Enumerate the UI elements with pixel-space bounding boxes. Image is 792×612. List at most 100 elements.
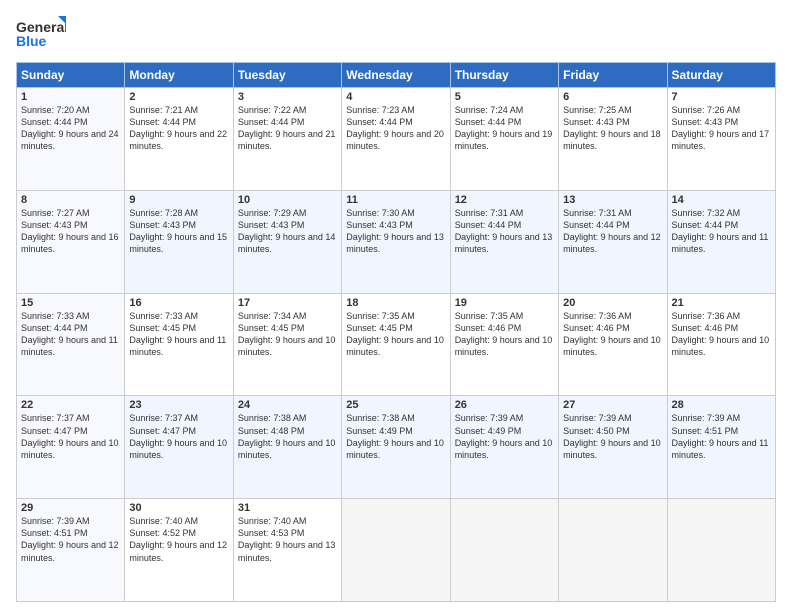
cell-day-number: 24 bbox=[238, 399, 337, 411]
calendar-cell: 1 Sunrise: 7:20 AMSunset: 4:44 PMDayligh… bbox=[17, 88, 125, 191]
cell-info: Sunrise: 7:36 AMSunset: 4:46 PMDaylight:… bbox=[672, 310, 771, 359]
calendar-cell: 24 Sunrise: 7:38 AMSunset: 4:48 PMDaylig… bbox=[233, 396, 341, 499]
cell-day-number: 11 bbox=[346, 194, 445, 206]
cell-info: Sunrise: 7:39 AMSunset: 4:50 PMDaylight:… bbox=[563, 412, 662, 461]
calendar-cell: 27 Sunrise: 7:39 AMSunset: 4:50 PMDaylig… bbox=[559, 396, 667, 499]
cell-day-number: 22 bbox=[21, 399, 120, 411]
calendar-cell: 22 Sunrise: 7:37 AMSunset: 4:47 PMDaylig… bbox=[17, 396, 125, 499]
cell-day-number: 8 bbox=[21, 194, 120, 206]
logo-svg: General Blue bbox=[16, 16, 66, 52]
cell-info: Sunrise: 7:21 AMSunset: 4:44 PMDaylight:… bbox=[129, 104, 228, 153]
calendar-cell: 4 Sunrise: 7:23 AMSunset: 4:44 PMDayligh… bbox=[342, 88, 450, 191]
cell-info: Sunrise: 7:37 AMSunset: 4:47 PMDaylight:… bbox=[129, 412, 228, 461]
calendar-cell: 23 Sunrise: 7:37 AMSunset: 4:47 PMDaylig… bbox=[125, 396, 233, 499]
cell-info: Sunrise: 7:36 AMSunset: 4:46 PMDaylight:… bbox=[563, 310, 662, 359]
logo: General Blue bbox=[16, 16, 66, 52]
cell-day-number: 23 bbox=[129, 399, 228, 411]
calendar-cell: 17 Sunrise: 7:34 AMSunset: 4:45 PMDaylig… bbox=[233, 293, 341, 396]
calendar-cell: 19 Sunrise: 7:35 AMSunset: 4:46 PMDaylig… bbox=[450, 293, 558, 396]
week-row-1: 1 Sunrise: 7:20 AMSunset: 4:44 PMDayligh… bbox=[17, 88, 776, 191]
cell-day-number: 26 bbox=[455, 399, 554, 411]
cell-info: Sunrise: 7:31 AMSunset: 4:44 PMDaylight:… bbox=[563, 207, 662, 256]
calendar-cell: 18 Sunrise: 7:35 AMSunset: 4:45 PMDaylig… bbox=[342, 293, 450, 396]
cell-day-number: 13 bbox=[563, 194, 662, 206]
calendar-cell: 28 Sunrise: 7:39 AMSunset: 4:51 PMDaylig… bbox=[667, 396, 775, 499]
cell-info: Sunrise: 7:33 AMSunset: 4:45 PMDaylight:… bbox=[129, 310, 228, 359]
cell-day-number: 9 bbox=[129, 194, 228, 206]
calendar-cell: 29 Sunrise: 7:39 AMSunset: 4:51 PMDaylig… bbox=[17, 499, 125, 602]
logo-blue-text: Blue bbox=[16, 33, 47, 49]
column-header-saturday: Saturday bbox=[667, 63, 775, 88]
cell-info: Sunrise: 7:34 AMSunset: 4:45 PMDaylight:… bbox=[238, 310, 337, 359]
cell-day-number: 30 bbox=[129, 502, 228, 514]
cell-day-number: 19 bbox=[455, 297, 554, 309]
column-headers-row: SundayMondayTuesdayWednesdayThursdayFrid… bbox=[17, 63, 776, 88]
calendar-cell: 2 Sunrise: 7:21 AMSunset: 4:44 PMDayligh… bbox=[125, 88, 233, 191]
calendar-cell: 3 Sunrise: 7:22 AMSunset: 4:44 PMDayligh… bbox=[233, 88, 341, 191]
column-header-tuesday: Tuesday bbox=[233, 63, 341, 88]
cell-info: Sunrise: 7:20 AMSunset: 4:44 PMDaylight:… bbox=[21, 104, 120, 153]
cell-day-number: 3 bbox=[238, 91, 337, 103]
calendar-cell bbox=[450, 499, 558, 602]
calendar-cell: 21 Sunrise: 7:36 AMSunset: 4:46 PMDaylig… bbox=[667, 293, 775, 396]
cell-info: Sunrise: 7:31 AMSunset: 4:44 PMDaylight:… bbox=[455, 207, 554, 256]
week-row-4: 22 Sunrise: 7:37 AMSunset: 4:47 PMDaylig… bbox=[17, 396, 776, 499]
column-header-sunday: Sunday bbox=[17, 63, 125, 88]
week-row-2: 8 Sunrise: 7:27 AMSunset: 4:43 PMDayligh… bbox=[17, 190, 776, 293]
cell-info: Sunrise: 7:40 AMSunset: 4:52 PMDaylight:… bbox=[129, 515, 228, 564]
cell-day-number: 17 bbox=[238, 297, 337, 309]
cell-info: Sunrise: 7:38 AMSunset: 4:49 PMDaylight:… bbox=[346, 412, 445, 461]
cell-info: Sunrise: 7:27 AMSunset: 4:43 PMDaylight:… bbox=[21, 207, 120, 256]
calendar-cell: 30 Sunrise: 7:40 AMSunset: 4:52 PMDaylig… bbox=[125, 499, 233, 602]
cell-day-number: 20 bbox=[563, 297, 662, 309]
cell-day-number: 12 bbox=[455, 194, 554, 206]
column-header-wednesday: Wednesday bbox=[342, 63, 450, 88]
cell-day-number: 25 bbox=[346, 399, 445, 411]
calendar-cell: 16 Sunrise: 7:33 AMSunset: 4:45 PMDaylig… bbox=[125, 293, 233, 396]
calendar-body: 1 Sunrise: 7:20 AMSunset: 4:44 PMDayligh… bbox=[17, 88, 776, 602]
week-row-5: 29 Sunrise: 7:39 AMSunset: 4:51 PMDaylig… bbox=[17, 499, 776, 602]
calendar-cell: 5 Sunrise: 7:24 AMSunset: 4:44 PMDayligh… bbox=[450, 88, 558, 191]
cell-day-number: 16 bbox=[129, 297, 228, 309]
calendar-cell: 13 Sunrise: 7:31 AMSunset: 4:44 PMDaylig… bbox=[559, 190, 667, 293]
column-header-friday: Friday bbox=[559, 63, 667, 88]
calendar-cell: 20 Sunrise: 7:36 AMSunset: 4:46 PMDaylig… bbox=[559, 293, 667, 396]
column-header-thursday: Thursday bbox=[450, 63, 558, 88]
cell-info: Sunrise: 7:29 AMSunset: 4:43 PMDaylight:… bbox=[238, 207, 337, 256]
calendar-cell: 9 Sunrise: 7:28 AMSunset: 4:43 PMDayligh… bbox=[125, 190, 233, 293]
cell-day-number: 27 bbox=[563, 399, 662, 411]
calendar-cell bbox=[342, 499, 450, 602]
cell-info: Sunrise: 7:35 AMSunset: 4:45 PMDaylight:… bbox=[346, 310, 445, 359]
cell-info: Sunrise: 7:38 AMSunset: 4:48 PMDaylight:… bbox=[238, 412, 337, 461]
cell-day-number: 7 bbox=[672, 91, 771, 103]
cell-day-number: 1 bbox=[21, 91, 120, 103]
calendar-cell bbox=[667, 499, 775, 602]
cell-info: Sunrise: 7:39 AMSunset: 4:49 PMDaylight:… bbox=[455, 412, 554, 461]
header: General Blue bbox=[16, 16, 776, 52]
calendar-cell bbox=[559, 499, 667, 602]
cell-day-number: 5 bbox=[455, 91, 554, 103]
calendar-cell: 10 Sunrise: 7:29 AMSunset: 4:43 PMDaylig… bbox=[233, 190, 341, 293]
cell-day-number: 31 bbox=[238, 502, 337, 514]
column-header-monday: Monday bbox=[125, 63, 233, 88]
week-row-3: 15 Sunrise: 7:33 AMSunset: 4:44 PMDaylig… bbox=[17, 293, 776, 396]
calendar-cell: 6 Sunrise: 7:25 AMSunset: 4:43 PMDayligh… bbox=[559, 88, 667, 191]
calendar: SundayMondayTuesdayWednesdayThursdayFrid… bbox=[16, 62, 776, 602]
cell-info: Sunrise: 7:22 AMSunset: 4:44 PMDaylight:… bbox=[238, 104, 337, 153]
cell-day-number: 4 bbox=[346, 91, 445, 103]
calendar-cell: 15 Sunrise: 7:33 AMSunset: 4:44 PMDaylig… bbox=[17, 293, 125, 396]
cell-info: Sunrise: 7:40 AMSunset: 4:53 PMDaylight:… bbox=[238, 515, 337, 564]
cell-day-number: 14 bbox=[672, 194, 771, 206]
cell-info: Sunrise: 7:30 AMSunset: 4:43 PMDaylight:… bbox=[346, 207, 445, 256]
calendar-cell: 25 Sunrise: 7:38 AMSunset: 4:49 PMDaylig… bbox=[342, 396, 450, 499]
cell-day-number: 10 bbox=[238, 194, 337, 206]
cell-info: Sunrise: 7:32 AMSunset: 4:44 PMDaylight:… bbox=[672, 207, 771, 256]
calendar-cell: 12 Sunrise: 7:31 AMSunset: 4:44 PMDaylig… bbox=[450, 190, 558, 293]
cell-info: Sunrise: 7:23 AMSunset: 4:44 PMDaylight:… bbox=[346, 104, 445, 153]
cell-day-number: 18 bbox=[346, 297, 445, 309]
cell-info: Sunrise: 7:39 AMSunset: 4:51 PMDaylight:… bbox=[672, 412, 771, 461]
calendar-cell: 31 Sunrise: 7:40 AMSunset: 4:53 PMDaylig… bbox=[233, 499, 341, 602]
cell-day-number: 6 bbox=[563, 91, 662, 103]
cell-info: Sunrise: 7:25 AMSunset: 4:43 PMDaylight:… bbox=[563, 104, 662, 153]
cell-info: Sunrise: 7:37 AMSunset: 4:47 PMDaylight:… bbox=[21, 412, 120, 461]
